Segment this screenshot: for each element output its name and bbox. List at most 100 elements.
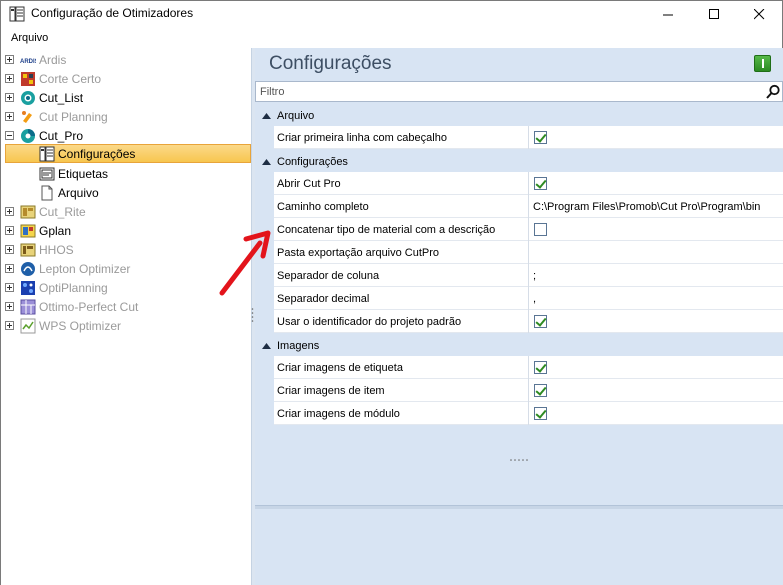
menu-arquivo[interactable]: Arquivo	[11, 32, 48, 44]
property-row: Separador decimal ,	[274, 287, 783, 310]
property-value	[530, 218, 783, 241]
tree-item-label: Cut_List	[39, 90, 84, 105]
property-name: Pasta exportação arquivo CutPro	[274, 241, 529, 264]
expand-icon[interactable]	[5, 245, 14, 254]
property-row: Abrir Cut Pro	[274, 172, 783, 195]
wps-icon	[20, 318, 36, 334]
search-icon[interactable]	[765, 84, 781, 100]
expand-icon[interactable]	[5, 321, 14, 330]
tree-item-corte-certo[interactable]: Corte Certo	[5, 69, 101, 88]
category-label: Arquivo	[277, 110, 315, 122]
checkbox-imagens-modulo[interactable]	[534, 407, 547, 420]
tree-item-cut-pro[interactable]: Cut_Pro	[5, 126, 83, 145]
window-title: Configuração de Otimizadores	[31, 6, 194, 20]
property-row: Pasta exportação arquivo CutPro	[274, 241, 783, 264]
app-settings-icon	[9, 6, 25, 22]
expand-icon[interactable]	[5, 264, 14, 273]
minimize-button[interactable]	[645, 1, 691, 27]
ardis-logo-icon: ARDIS	[20, 52, 36, 68]
optiplanning-icon	[20, 280, 36, 296]
tree-item-label: Cut Planning	[39, 109, 108, 124]
category-configuracoes[interactable]: Configurações	[255, 152, 783, 172]
expand-icon[interactable]	[5, 207, 14, 216]
collapse-icon[interactable]	[5, 131, 14, 140]
info-button[interactable]	[754, 55, 771, 72]
expand-icon[interactable]	[5, 55, 14, 64]
close-button[interactable]	[736, 1, 782, 27]
tree-item-gplan[interactable]: Gplan	[5, 221, 71, 240]
expand-icon[interactable]	[5, 112, 14, 121]
property-name: Caminho completo	[274, 195, 529, 218]
tree-item-optiplanning[interactable]: OptiPlanning	[5, 278, 108, 297]
tree-item-configuracoes[interactable]: Configurações	[5, 144, 251, 163]
property-row: Criar imagens de módulo	[274, 402, 783, 425]
cut-planning-icon	[20, 109, 36, 125]
expand-icon[interactable]	[5, 226, 14, 235]
property-name: Criar primeira linha com cabeçalho	[274, 126, 529, 149]
tree-item-arquivo[interactable]: Arquivo	[5, 183, 99, 202]
corte-certo-icon	[20, 71, 36, 87]
property-value	[530, 126, 783, 149]
collapse-arrow-icon[interactable]	[255, 343, 277, 349]
tree-item-label: Ottimo-Perfect Cut	[39, 299, 139, 314]
file-icon	[39, 185, 55, 201]
checkbox-concatenar-tipo[interactable]	[534, 223, 547, 236]
property-value	[530, 402, 783, 425]
tree-item-cut-rite[interactable]: Cut_Rite	[5, 202, 86, 221]
property-value-pasta[interactable]	[530, 241, 783, 264]
tree-item-ardis[interactable]: ARDIS Ardis	[5, 50, 66, 69]
tree-item-label: Corte Certo	[39, 71, 102, 86]
cut-list-icon	[20, 90, 36, 106]
checkbox-criar-primeira-linha[interactable]	[534, 131, 547, 144]
checkbox-imagens-item[interactable]	[534, 384, 547, 397]
tree-item-wps-optimizer[interactable]: WPS Optimizer	[5, 316, 121, 335]
expand-icon[interactable]	[5, 74, 14, 83]
optimizer-tree: ARDIS Ardis Corte Certo Cut_List C	[1, 48, 252, 585]
tree-item-label: HHOS	[39, 242, 74, 257]
title-bar: Configuração de Otimizadores	[1, 1, 782, 27]
filter-box[interactable]	[255, 81, 783, 102]
property-name: Separador de coluna	[274, 264, 529, 287]
tree-item-lepton-optimizer[interactable]: Lepton Optimizer	[5, 259, 130, 278]
lepton-icon	[20, 261, 36, 277]
property-value	[530, 172, 783, 195]
property-value-separador-coluna[interactable]: ;	[530, 264, 783, 287]
category-label: Imagens	[277, 340, 320, 352]
checkbox-imagens-etiqueta[interactable]	[534, 361, 547, 374]
panel-title: Configurações	[269, 53, 392, 74]
property-name: Concatenar tipo de material com a descri…	[274, 218, 529, 241]
property-name: Separador decimal	[274, 287, 529, 310]
property-value	[530, 356, 783, 379]
tree-item-hhos[interactable]: HHOS	[5, 240, 74, 259]
property-value-separador-decimal[interactable]: ,	[530, 287, 783, 310]
property-name: Usar o identificador do projeto padrão	[274, 310, 529, 333]
tree-item-cut-list[interactable]: Cut_List	[5, 88, 83, 107]
cut-pro-icon	[20, 128, 36, 144]
tree-item-etiquetas[interactable]: Etiquetas	[5, 164, 108, 183]
expand-icon[interactable]	[5, 93, 14, 102]
hhos-icon	[20, 242, 36, 258]
collapse-arrow-icon[interactable]	[255, 159, 277, 165]
tree-item-ottimo-perfect-cut[interactable]: Ottimo-Perfect Cut	[5, 297, 138, 316]
menu-bar: Arquivo	[1, 29, 782, 48]
svg-text:ARDIS: ARDIS	[20, 59, 36, 65]
property-name: Abrir Cut Pro	[274, 172, 529, 195]
minimize-icon	[662, 14, 673, 15]
tree-item-label: OptiPlanning	[39, 280, 108, 295]
checkbox-abrir-cut-pro[interactable]	[534, 177, 547, 190]
maximize-button[interactable]	[691, 1, 737, 27]
property-grid: Arquivo Criar primeira linha com cabeçal…	[255, 106, 783, 506]
filter-input[interactable]	[260, 84, 750, 99]
cut-rite-icon	[20, 204, 36, 220]
checkbox-usar-identificador[interactable]	[534, 315, 547, 328]
property-name: Criar imagens de item	[274, 379, 529, 402]
property-value	[530, 379, 783, 402]
tree-item-cut-planning[interactable]: Cut Planning	[5, 107, 108, 126]
category-imagens[interactable]: Imagens	[255, 336, 783, 356]
expand-icon[interactable]	[5, 283, 14, 292]
collapse-arrow-icon[interactable]	[255, 113, 277, 119]
tree-item-label: Configurações	[58, 146, 136, 161]
expand-icon[interactable]	[5, 302, 14, 311]
property-value-caminho[interactable]: C:\Program Files\Promob\Cut Pro\Program\…	[530, 195, 783, 218]
category-arquivo[interactable]: Arquivo	[255, 106, 783, 126]
